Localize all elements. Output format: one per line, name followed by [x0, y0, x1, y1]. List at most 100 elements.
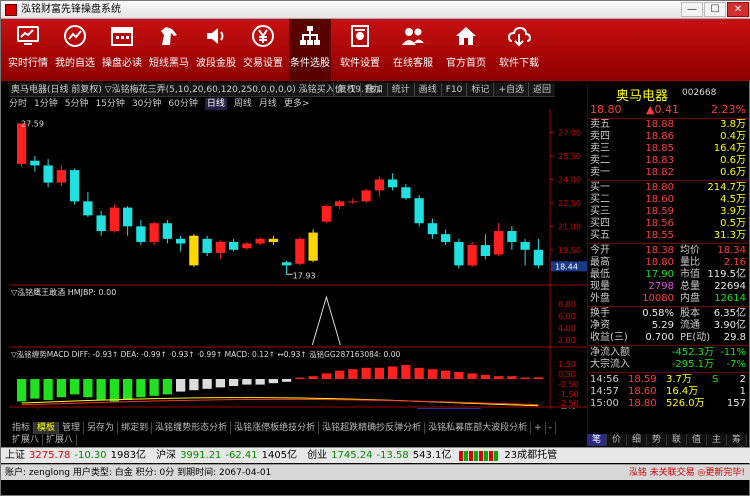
- indicator-tab[interactable]: 泓铭超跌精确抄反弹分析: [319, 422, 426, 434]
- toolbar-button-label: 波段金股: [196, 58, 236, 69]
- macd-bar: [268, 379, 279, 384]
- macd-bar: [507, 376, 517, 379]
- ask-label: 卖四: [590, 131, 610, 142]
- y-tick-label: 24.00: [558, 175, 581, 184]
- cy-label: 创业: [307, 450, 328, 461]
- bid-row: 买五 18.55 31.3万: [588, 230, 748, 242]
- toolbar-button-label: 操盘必读: [102, 58, 142, 69]
- flow-pct: -11%: [720, 347, 746, 358]
- view-button[interactable]: 复权: [332, 83, 360, 97]
- quote-tab[interactable]: 主: [707, 434, 727, 446]
- macd-bar: [109, 379, 120, 402]
- view-button[interactable]: 画线: [413, 83, 441, 97]
- date-left-label: 2016年: [15, 407, 43, 409]
- tick-time: 14:57: [590, 386, 619, 397]
- macd-bar: [401, 365, 411, 379]
- quote-tab[interactable]: 联: [667, 434, 687, 446]
- flow-row: 大宗流入 -295.1万 -7%: [588, 359, 748, 371]
- extension-tab[interactable]: 扩展八: [9, 434, 44, 446]
- indicator-tab[interactable]: 泓铭私募底部大波段分析: [425, 422, 532, 434]
- toolbar-button-chart-circle[interactable]: 我的自选: [54, 19, 96, 81]
- ask-label: 卖一: [590, 167, 610, 178]
- macd-bar: [533, 377, 544, 379]
- hmjbp-signal-line: [311, 295, 341, 346]
- view-button[interactable]: 叠加: [359, 83, 387, 97]
- cy-change: -13.58: [376, 450, 409, 461]
- quote-tab[interactable]: 值: [687, 434, 707, 446]
- indicator-tab[interactable]: -: [546, 422, 556, 434]
- download-icon: [507, 26, 532, 47]
- tick-row: 14:56 18.59 3.7万 S 2: [588, 374, 748, 386]
- stat-label: 股本: [680, 308, 700, 319]
- high-label: 27.59: [21, 119, 44, 128]
- stock-name: 奥马电器: [616, 89, 669, 104]
- indicator-tab[interactable]: 管理: [59, 422, 85, 434]
- y-tick-label: 25.50: [558, 152, 581, 161]
- toolbar-button-settings-doc[interactable]: 软件设置: [336, 19, 384, 81]
- candle: [149, 221, 159, 246]
- toolbar-button-calendar[interactable]: 操盘必读: [101, 19, 143, 81]
- extension-tab[interactable]: 扩展八: [43, 434, 78, 446]
- stat-label: 最低: [590, 269, 610, 280]
- toolbar-button-download[interactable]: 软件下载: [495, 19, 543, 81]
- ask-price: 18.88: [645, 119, 674, 130]
- candle: [109, 204, 120, 233]
- indicator-tab[interactable]: 泓铭缠势形态分析: [152, 422, 232, 434]
- view-button[interactable]: F10: [440, 83, 467, 97]
- quote-header: 奥马电器 002668: [588, 83, 747, 104]
- stat-value: 18.34: [717, 245, 746, 256]
- quote-tab[interactable]: 价: [607, 434, 627, 446]
- toolbar-button-horse[interactable]: 短线黑马: [148, 19, 190, 81]
- quote-tab[interactable]: 细: [627, 434, 647, 446]
- candle: [56, 165, 67, 186]
- indicator-tab[interactable]: 指标: [9, 422, 35, 434]
- close-button[interactable]: ✕: [727, 2, 749, 17]
- quote-tab[interactable]: 势: [647, 434, 667, 446]
- minimize-button[interactable]: —: [681, 2, 703, 17]
- tick-volume: 526.0万: [666, 398, 705, 409]
- bid-price: 18.60: [645, 194, 674, 205]
- indicator-tab[interactable]: 另存为: [84, 422, 119, 434]
- divider: [588, 372, 748, 373]
- quote-panel: 奥马电器 002668 18.80 ▲0.41 2.23% 卖五 18.88 3.8…: [587, 83, 748, 433]
- tick-count: 1: [739, 386, 746, 397]
- stat-value: 10080: [642, 293, 674, 304]
- view-button[interactable]: 标记: [466, 83, 493, 97]
- sub2-tick-label: 0.50: [558, 370, 576, 379]
- stat-value: 3.90亿: [713, 320, 746, 331]
- stat-label: PE(动): [680, 332, 711, 343]
- tick-row: 15:00 18.80 526.0万 157: [588, 398, 748, 410]
- indicator-tab[interactable]: +: [531, 422, 546, 434]
- flow-value: -295.1万: [671, 359, 714, 370]
- indicator-tab[interactable]: 泓铭涨停板绝技分析: [231, 422, 320, 434]
- toolbar-button-hierarchy[interactable]: 条件选股: [289, 19, 331, 81]
- macd-bar: [162, 379, 173, 395]
- toolbar-button-users[interactable]: 在线客服: [389, 19, 437, 81]
- title-bar: 泓铭财富先锋操盘系统 — ☐ ✕: [1, 1, 750, 19]
- ask-row: 卖二 18.83 0.6万: [588, 155, 748, 167]
- chart-circle-icon: [64, 25, 86, 47]
- last-price: 18.80: [590, 103, 622, 116]
- view-button[interactable]: 统计: [386, 83, 414, 97]
- toolbar-button-home[interactable]: 官方首页: [442, 19, 490, 81]
- candle: [30, 156, 40, 172]
- kline-chart[interactable]: 27.0025.5024.0022.5021.0019.5018.4427.59…: [9, 109, 587, 409]
- flow-pct: -7%: [726, 359, 746, 370]
- ask-price: 18.83: [645, 155, 674, 166]
- tick-time: 15:00: [590, 398, 619, 409]
- view-button[interactable]: 返回: [527, 83, 555, 97]
- cy-value: 1745.24: [331, 450, 373, 461]
- indicator-tab[interactable]: 绑定到: [118, 422, 153, 434]
- view-button[interactable]: +自选: [493, 83, 528, 97]
- quote-tab[interactable]: 筹: [727, 434, 747, 446]
- macd-bar: [427, 369, 438, 379]
- macd-bar: [69, 379, 80, 395]
- stat-value: 0.700: [645, 332, 674, 343]
- quote-tab[interactable]: 笔: [587, 434, 607, 446]
- indicator-tab[interactable]: 模板: [34, 422, 60, 434]
- toolbar-button-monitor[interactable]: 实时行情: [7, 19, 49, 81]
- divider: [588, 180, 748, 181]
- maximize-button[interactable]: ☐: [704, 2, 726, 17]
- toolbar-button-speaker[interactable]: 波段金股: [195, 19, 237, 81]
- toolbar-button-yen[interactable]: 交易设置: [242, 19, 284, 81]
